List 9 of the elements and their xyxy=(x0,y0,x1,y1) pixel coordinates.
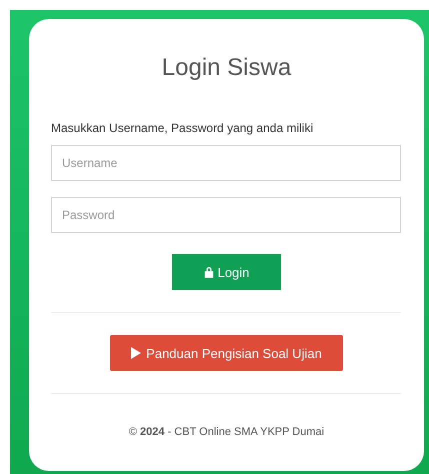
login-button[interactable]: Login xyxy=(172,254,281,290)
login-title: Login Siswa xyxy=(160,53,292,83)
username-field[interactable]: Username xyxy=(51,145,401,181)
lock-icon xyxy=(204,266,214,278)
password-field[interactable]: Password xyxy=(51,197,401,233)
instruction-text: Masukkan Username, Password yang anda miliki xyxy=(51,121,314,135)
guide-button[interactable]: Panduan Pengisian Soal Ujian xyxy=(110,335,343,371)
play-icon xyxy=(131,347,142,359)
footer-text: © 2024 - CBT Online SMA YKPP Dumai xyxy=(128,426,326,438)
